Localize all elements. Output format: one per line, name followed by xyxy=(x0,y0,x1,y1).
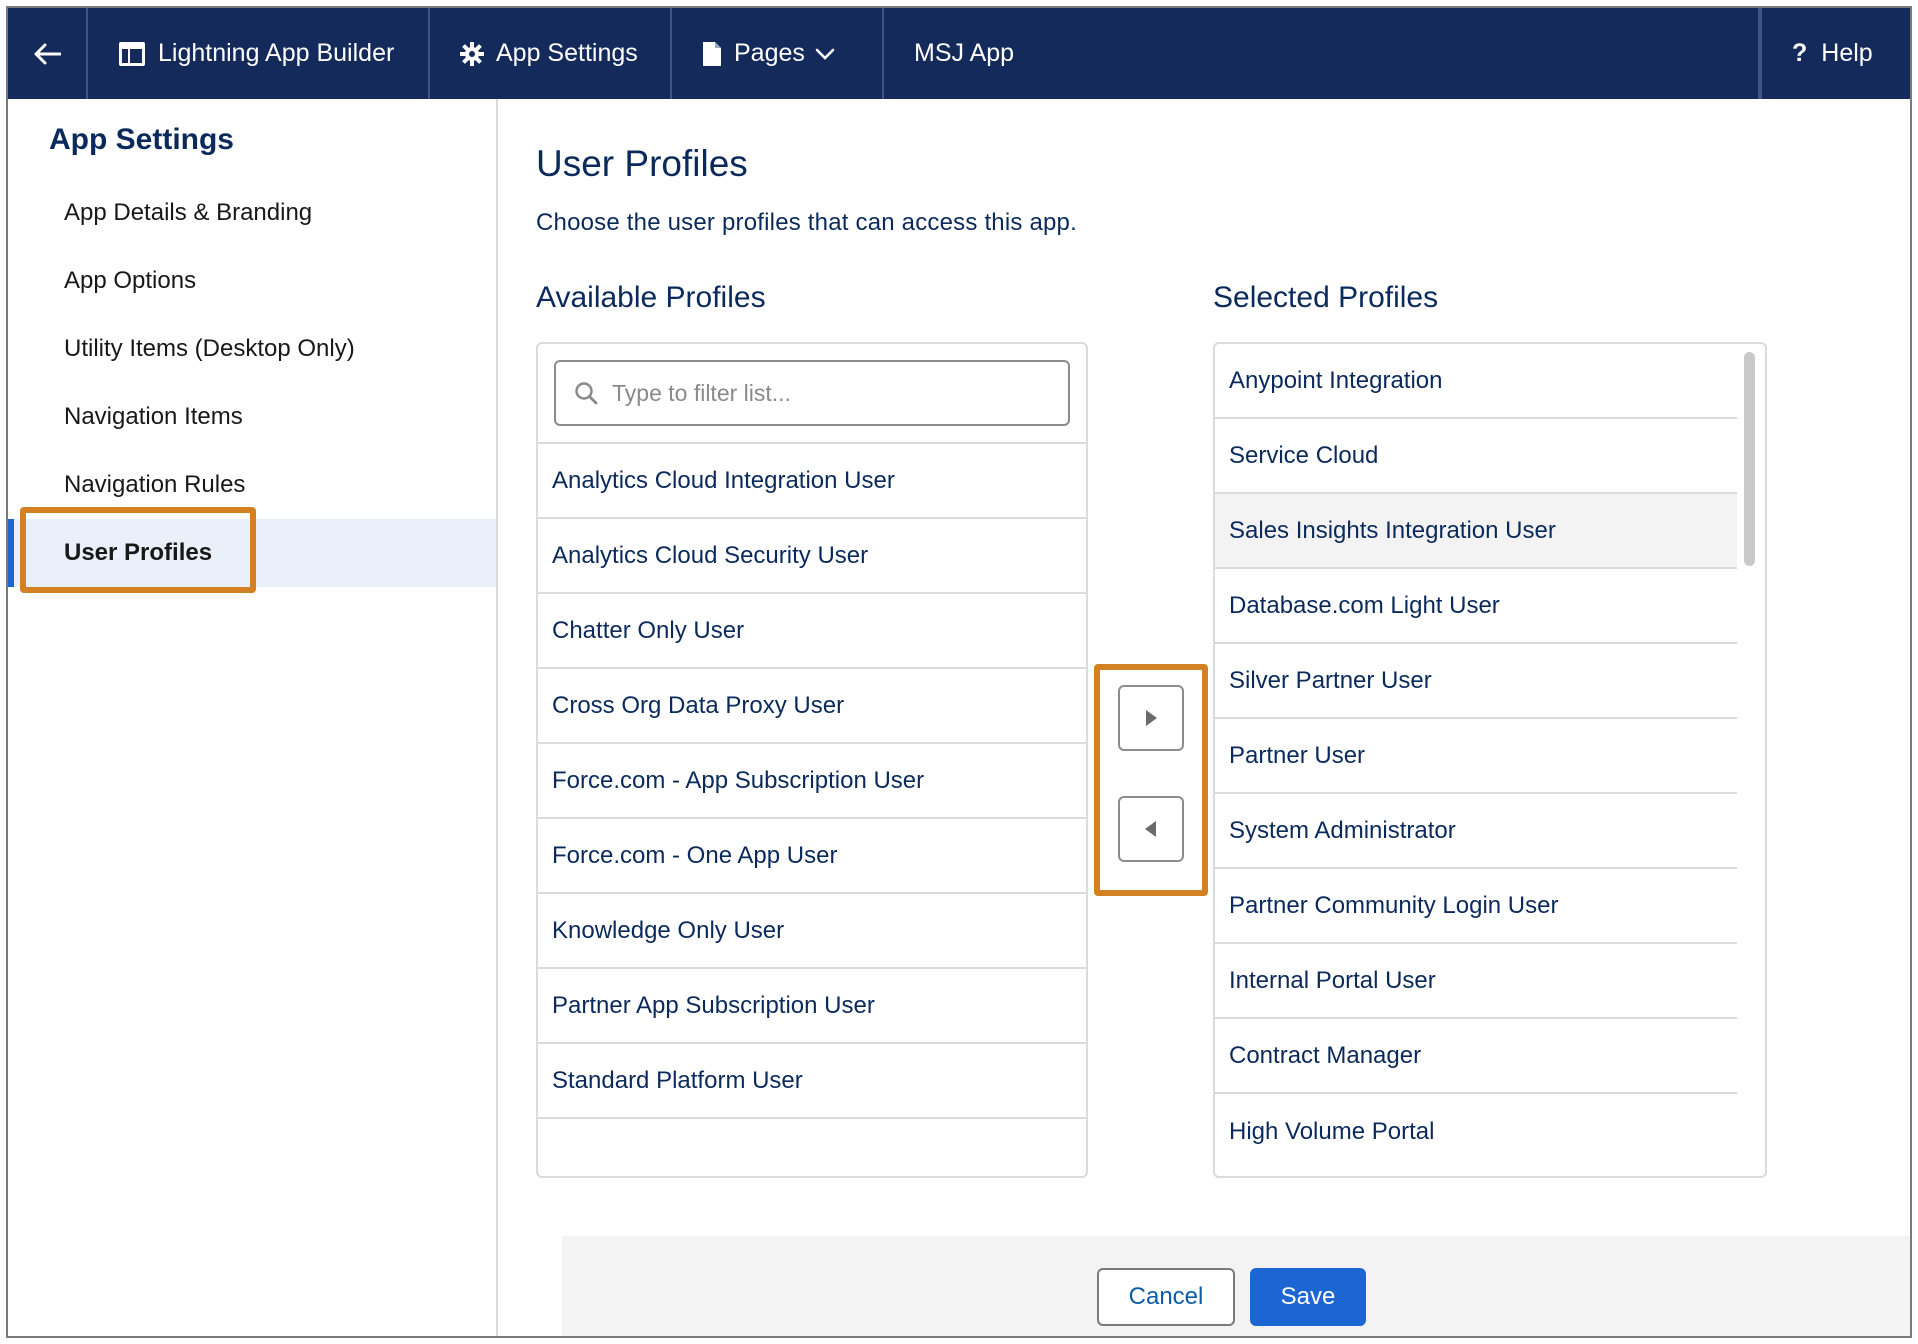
sidebar-item-label: App Details & Branding xyxy=(64,199,313,226)
sidebar-item-label: Navigation Rules xyxy=(64,471,246,498)
pages-dropdown[interactable]: Pages xyxy=(672,8,884,99)
app-name-label: MSJ App xyxy=(914,39,1015,67)
app-window: Lightning App Builder App Settings Pages… xyxy=(6,6,1912,1338)
save-button[interactable]: Save xyxy=(1250,1268,1366,1326)
sidebar-item-utility-items[interactable]: Utility Items (Desktop Only) xyxy=(8,315,496,383)
scrollbar-thumb[interactable] xyxy=(1744,352,1755,566)
filter-input[interactable] xyxy=(612,379,1032,407)
list-item[interactable]: Contract Manager xyxy=(1215,1019,1737,1094)
settings-label: App Settings xyxy=(496,39,638,67)
gear-icon xyxy=(460,41,484,66)
back-arrow-icon xyxy=(34,43,61,64)
search-icon xyxy=(575,382,598,405)
sidebar-title: App Settings xyxy=(49,123,234,156)
top-bar: Lightning App Builder App Settings Pages… xyxy=(8,8,1910,99)
list-item[interactable]: Partner User xyxy=(1215,719,1737,794)
list-item[interactable]: Internal Portal User xyxy=(1215,944,1737,1019)
help-button[interactable]: ? Help xyxy=(1760,8,1910,99)
filter-search-box xyxy=(554,360,1070,426)
list-item[interactable]: Anypoint Integration xyxy=(1215,344,1737,419)
sidebar-item-user-profiles[interactable]: User Profiles xyxy=(8,519,496,587)
page-description: Choose the user profiles that can access… xyxy=(536,209,1077,236)
list-item[interactable]: Force.com - One App User xyxy=(538,819,1086,894)
lightning-app-builder-tab[interactable]: Lightning App Builder xyxy=(88,8,430,99)
sidebar-item-navigation-rules[interactable]: Navigation Rules xyxy=(8,451,496,519)
page-icon xyxy=(703,41,721,66)
app-name: MSJ App xyxy=(884,8,1760,99)
sidebar-item-app-details[interactable]: App Details & Branding xyxy=(8,179,496,247)
back-button[interactable] xyxy=(8,8,88,99)
list-item-selected[interactable]: Sales Insights Integration User xyxy=(1215,494,1737,569)
question-mark-icon: ? xyxy=(1792,39,1808,67)
list-item[interactable]: Analytics Cloud Security User xyxy=(538,519,1086,594)
list-item[interactable]: Partner App Subscription User xyxy=(538,969,1086,1044)
move-left-button[interactable] xyxy=(1118,796,1184,862)
available-profiles-list[interactable]: Analytics Cloud Integration User Analyti… xyxy=(536,342,1088,1178)
triangle-right-icon xyxy=(1146,710,1157,726)
list-item[interactable]: Knowledge Only User xyxy=(538,894,1086,969)
sidebar-item-navigation-items[interactable]: Navigation Items xyxy=(8,383,496,451)
main-content: User Profiles Choose the user profiles t… xyxy=(498,99,1910,1336)
list-item[interactable]: Cross Org Data Proxy User xyxy=(538,669,1086,744)
sidebar-item-label: User Profiles xyxy=(64,539,213,566)
sidebar-item-app-options[interactable]: App Options xyxy=(8,247,496,315)
builder-label: Lightning App Builder xyxy=(158,39,395,67)
list-item[interactable]: Analytics Cloud Integration User xyxy=(538,444,1086,519)
list-item[interactable]: Service Cloud xyxy=(1215,419,1737,494)
list-item[interactable]: Chatter Only User xyxy=(538,594,1086,669)
available-profiles-title: Available Profiles xyxy=(536,281,766,314)
settings-sidebar: App Settings App Details & Branding App … xyxy=(8,99,498,1336)
selected-profiles-title: Selected Profiles xyxy=(1213,281,1439,314)
move-right-button[interactable] xyxy=(1118,685,1184,751)
selected-profiles-list[interactable]: Anypoint Integration Service Cloud Sales… xyxy=(1213,342,1767,1178)
list-item[interactable]: Standard Platform User xyxy=(538,1044,1086,1119)
app-builder-icon xyxy=(119,41,145,66)
page-title: User Profiles xyxy=(536,143,748,184)
help-label: Help xyxy=(1821,39,1873,67)
pages-label: Pages xyxy=(734,39,805,67)
sidebar-item-label: Navigation Items xyxy=(64,403,243,430)
list-item[interactable]: Database.com Light User xyxy=(1215,569,1737,644)
list-item[interactable]: System Administrator xyxy=(1215,794,1737,869)
app-settings-tab[interactable]: App Settings xyxy=(430,8,672,99)
cancel-button[interactable]: Cancel xyxy=(1097,1268,1235,1326)
sidebar-item-label: App Options xyxy=(64,267,197,294)
list-item[interactable]: Silver Partner User xyxy=(1215,644,1737,719)
sidebar-item-label: Utility Items (Desktop Only) xyxy=(64,335,355,362)
triangle-left-icon xyxy=(1145,821,1156,837)
list-item[interactable]: Force.com - App Subscription User xyxy=(538,744,1086,819)
footer-bar: Cancel Save xyxy=(562,1236,1910,1336)
chevron-down-icon xyxy=(815,48,835,60)
list-item[interactable]: High Volume Portal xyxy=(1215,1094,1737,1169)
list-item[interactable]: Partner Community Login User xyxy=(1215,869,1737,944)
